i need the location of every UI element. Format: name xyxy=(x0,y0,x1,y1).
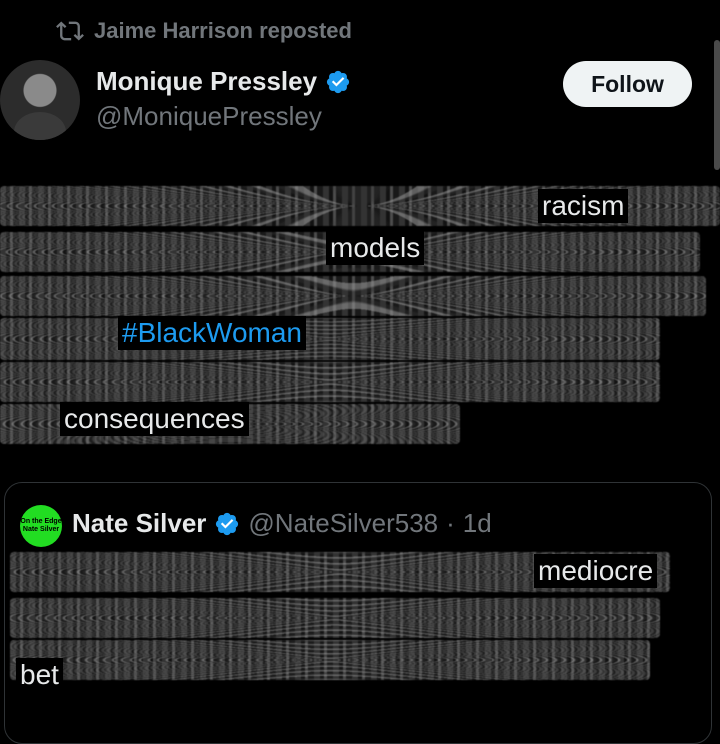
scrollbar[interactable] xyxy=(714,40,720,170)
repost-icon xyxy=(56,21,84,41)
post-word-models: models xyxy=(326,231,425,265)
follow-button[interactable]: Follow xyxy=(563,61,692,107)
quote-separator: · xyxy=(446,508,455,538)
obscured-text-line xyxy=(0,318,660,360)
quote-timestamp[interactable]: 1d xyxy=(463,508,492,539)
obscured-text-line xyxy=(10,640,650,680)
quote-word-mediocre: mediocre xyxy=(534,554,658,588)
quote-avatar[interactable]: On the Edge Nate Silver xyxy=(20,505,62,547)
hashtag-link[interactable]: #BlackWoman xyxy=(118,316,307,350)
author-handle[interactable]: @MoniquePressley xyxy=(96,101,351,132)
obscured-text-line xyxy=(0,362,660,402)
quote-display-name[interactable]: Nate Silver xyxy=(72,508,206,539)
quote-word-bet: bet xyxy=(16,658,63,692)
post-word-racism: racism xyxy=(538,189,629,223)
author-display-name[interactable]: Monique Pressley xyxy=(96,66,317,97)
quote-handle[interactable]: @NateSilver538 xyxy=(248,508,438,539)
obscured-text-line xyxy=(10,598,660,638)
author-block: Monique Pressley @MoniquePressley xyxy=(96,66,351,132)
avatar[interactable] xyxy=(0,60,80,140)
verified-badge-icon xyxy=(325,69,351,95)
repost-indicator: Jaime Harrison reposted xyxy=(56,14,352,48)
obscured-text-line xyxy=(0,276,706,316)
repost-text[interactable]: Jaime Harrison reposted xyxy=(94,18,352,44)
verified-badge-icon xyxy=(214,511,240,537)
post-word-consequences: consequences xyxy=(60,402,249,436)
quote-header: Nate Silver @NateSilver538 · 1d xyxy=(72,508,492,539)
